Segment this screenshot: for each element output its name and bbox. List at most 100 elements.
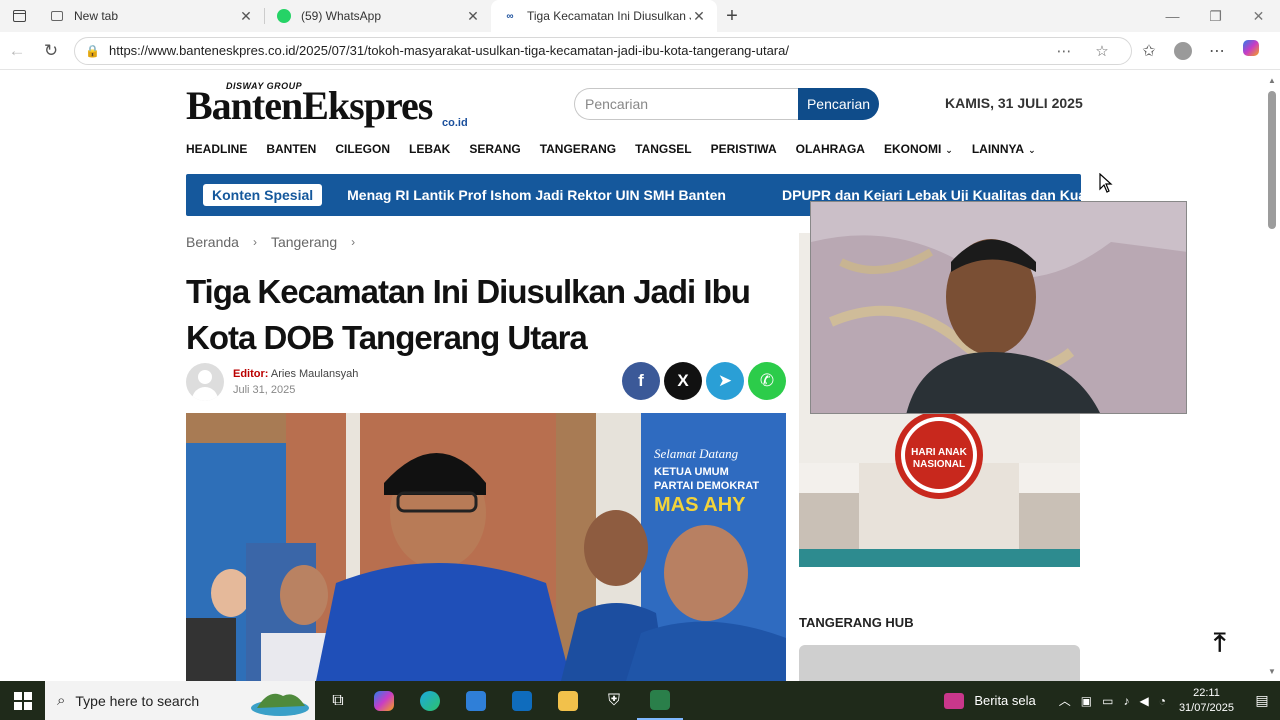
page-viewport: DISWAY GROUP BantenEkspres co.id Pencari… bbox=[0, 71, 1280, 681]
scrollbar-thumb[interactable] bbox=[1268, 91, 1276, 229]
whatsapp-favicon-icon bbox=[277, 9, 291, 23]
scroll-down-icon[interactable]: ▼ bbox=[1268, 667, 1276, 676]
nav-item-tangerang[interactable]: TANGERANG bbox=[540, 142, 616, 160]
svg-text:Selamat Datang: Selamat Datang bbox=[654, 446, 739, 461]
news-widget[interactable]: Berita sela bbox=[944, 692, 1036, 709]
facebook-share-button[interactable]: f bbox=[622, 362, 660, 400]
article-title: Tiga Kecamatan Ini Diusulkan Jadi Ibu Ko… bbox=[186, 273, 751, 356]
edge-icon[interactable] bbox=[407, 681, 453, 720]
nav-item-peristiwa[interactable]: PERISTIWA bbox=[711, 142, 777, 160]
volume-icon[interactable]: ◀ bbox=[1139, 694, 1148, 708]
nav-item-tangsel[interactable]: TANGSEL bbox=[635, 142, 691, 160]
tab-title: New tab bbox=[74, 9, 119, 23]
clock-time: 22:11 bbox=[1193, 686, 1220, 699]
nav-item-banten[interactable]: BANTEN bbox=[266, 142, 316, 160]
breadcrumb-category[interactable]: Tangerang bbox=[271, 234, 337, 250]
vertical-scrollbar[interactable]: ▲ ▼ bbox=[1264, 71, 1280, 681]
tab-whatsapp[interactable]: (59) WhatsApp ✕ bbox=[265, 0, 491, 32]
nav-item-label: TANGERANG bbox=[539, 142, 617, 156]
favorite-star-icon[interactable]: ☆ bbox=[1083, 42, 1121, 60]
copilot-taskbar-icon[interactable] bbox=[361, 681, 407, 720]
sidebar-thumbnail[interactable] bbox=[799, 645, 1080, 681]
meet-icon[interactable]: ▣ bbox=[1081, 694, 1092, 708]
whatsapp-share-button[interactable]: ✆ bbox=[748, 362, 786, 400]
svg-text:KETUA UMUM: KETUA UMUM bbox=[654, 466, 729, 478]
tab-actions-icon[interactable] bbox=[0, 10, 38, 22]
search-button[interactable]: Pencarian bbox=[798, 88, 879, 120]
publish-date: Juli 31, 2025 bbox=[233, 384, 296, 396]
task-view-icon[interactable]: ⧉ bbox=[315, 681, 361, 720]
page-options-icon[interactable]: ⋯ bbox=[1045, 42, 1083, 60]
tab-article[interactable]: ∞ Tiga Kecamatan Ini Diusulkan Jadi Ibu … bbox=[491, 0, 717, 32]
nav-item-label: OLAHRAGA bbox=[795, 142, 865, 156]
tab-title: (59) WhatsApp bbox=[301, 9, 382, 23]
close-tab-icon[interactable]: ✕ bbox=[691, 8, 707, 25]
settings-more-icon[interactable]: ⋯ bbox=[1200, 41, 1234, 61]
site-search: Pencarian bbox=[574, 88, 879, 120]
close-window-icon[interactable]: ✕ bbox=[1237, 8, 1280, 25]
address-toolbar: ← ↻ 🔒 https://www.banteneskpres.co.id/20… bbox=[0, 32, 1280, 70]
breadcrumb: Beranda › Tangerang › bbox=[186, 234, 369, 250]
tab-new-tab[interactable]: New tab ✕ bbox=[38, 0, 264, 32]
chevron-right-icon: › bbox=[252, 235, 257, 249]
windows-logo-icon bbox=[13, 691, 32, 710]
site-logo[interactable]: DISWAY GROUP BantenEkspres co.id bbox=[186, 79, 486, 131]
battery-icon[interactable]: ▭ bbox=[1102, 694, 1113, 708]
nav-item-headline[interactable]: HEADLINE bbox=[186, 142, 247, 160]
scroll-to-top-icon[interactable]: ⤒ bbox=[1214, 627, 1226, 659]
chevron-right-icon: › bbox=[351, 235, 356, 249]
ad-title-line2: NASIONAL bbox=[913, 459, 965, 470]
x-share-button[interactable]: X bbox=[664, 362, 702, 400]
main-navigation: HEADLINE BANTEN CILEGON LEBAK SERANG TAN… bbox=[186, 142, 1055, 160]
nav-item-label: CILEGON bbox=[335, 142, 391, 156]
new-tab-button[interactable]: + bbox=[717, 5, 747, 28]
nav-item-ekonomi[interactable]: EKONOMI ⌄ bbox=[884, 142, 953, 160]
start-button[interactable] bbox=[0, 691, 45, 710]
telegram-share-button[interactable]: ➤ bbox=[706, 362, 744, 400]
svg-text:PARTAI DEMOKRAT: PARTAI DEMOKRAT bbox=[654, 480, 759, 492]
search-input[interactable] bbox=[574, 88, 798, 120]
notification-icon[interactable]: ▤ bbox=[1244, 692, 1280, 709]
security-icon[interactable]: ⛨ bbox=[591, 681, 637, 720]
outlook-icon[interactable] bbox=[499, 681, 545, 720]
url-text[interactable]: https://www.banteneskpres.co.id/2025/07/… bbox=[109, 43, 1045, 58]
profile-avatar-icon[interactable] bbox=[1174, 41, 1192, 60]
scroll-up-icon[interactable]: ▲ bbox=[1268, 76, 1276, 85]
nav-item-label: PERISTIWA bbox=[710, 142, 777, 156]
restore-icon[interactable]: ❐ bbox=[1194, 8, 1237, 25]
chevron-up-icon[interactable]: ︿ bbox=[1059, 692, 1071, 709]
news-label: Berita sela bbox=[974, 693, 1036, 708]
app-pinned-icon[interactable] bbox=[637, 681, 683, 720]
close-tab-icon[interactable]: ✕ bbox=[238, 8, 254, 25]
clock-date: 31/07/2025 bbox=[1178, 701, 1234, 714]
facebook-icon: f bbox=[638, 371, 644, 390]
nav-item-lainnya[interactable]: LAINNYA ⌄ bbox=[972, 142, 1036, 160]
file-explorer-icon[interactable] bbox=[545, 681, 591, 720]
editor-name[interactable]: Aries Maulansyah bbox=[271, 368, 358, 380]
minimize-icon[interactable]: — bbox=[1151, 8, 1194, 25]
nav-item-label: SERANG bbox=[469, 142, 521, 156]
breadcrumb-home[interactable]: Beranda bbox=[186, 234, 239, 250]
ticker-item[interactable]: Menag RI Lantik Prof Ishom Jadi Rektor U… bbox=[347, 187, 726, 203]
taskbar-search[interactable]: ⌕ Type here to search bbox=[45, 681, 315, 720]
nav-item-lebak[interactable]: LEBAK bbox=[409, 142, 450, 160]
store-icon[interactable] bbox=[453, 681, 499, 720]
nav-item-olahraga[interactable]: OLAHRAGA bbox=[796, 142, 865, 160]
share-buttons: f X ➤ ✆ bbox=[622, 362, 790, 400]
address-bar[interactable]: 🔒 https://www.banteneskpres.co.id/2025/0… bbox=[74, 36, 1132, 65]
wifi-icon[interactable]: ◔ bbox=[1159, 694, 1166, 708]
nav-item-serang[interactable]: SERANG bbox=[469, 142, 520, 160]
lock-icon[interactable]: 🔒 bbox=[85, 44, 101, 58]
favorites-icon[interactable]: ✩ bbox=[1132, 41, 1166, 61]
nav-item-cilegon[interactable]: CILEGON bbox=[335, 142, 390, 160]
mouse-cursor-icon bbox=[1099, 173, 1113, 193]
back-icon[interactable]: ← bbox=[0, 41, 34, 61]
nav-item-label: LEBAK bbox=[409, 142, 451, 156]
refresh-icon[interactable]: ↻ bbox=[34, 41, 68, 61]
copilot-icon[interactable] bbox=[1234, 40, 1268, 61]
system-clock[interactable]: 22:11 31/07/2025 bbox=[1179, 686, 1234, 716]
editor-label: Editor: bbox=[233, 368, 269, 380]
close-tab-icon[interactable]: ✕ bbox=[465, 8, 481, 25]
webcam-overlay bbox=[810, 201, 1187, 414]
microphone-icon[interactable]: ♪ bbox=[1123, 694, 1129, 708]
